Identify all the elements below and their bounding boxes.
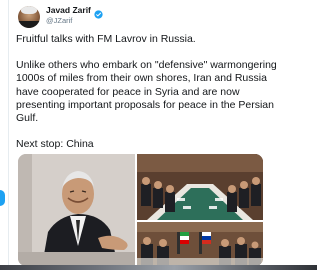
author-display-name[interactable]: Javad Zarif <box>46 5 91 15</box>
verified-badge-icon <box>94 6 103 19</box>
card-border <box>8 0 9 266</box>
tweet-media-grid <box>18 154 263 266</box>
avatar-hair <box>21 6 37 14</box>
author-name-row: Javad Zarif <box>46 5 103 19</box>
tweet-photo-meeting[interactable] <box>137 154 263 220</box>
author-handle[interactable]: @JZarif <box>46 16 72 25</box>
avatar-collar <box>18 21 40 28</box>
tweet-paragraph: Unlike others who embark on "defensive" … <box>16 59 277 125</box>
tweet-card[interactable]: Javad Zarif @JZarif Fruitful talks with … <box>8 0 308 266</box>
tweet-body: Fruitful talks with FM Lavrov in Russia.… <box>16 33 308 151</box>
tweet-paragraph: Next stop: China <box>16 138 94 151</box>
tweet-paragraph: Fruitful talks with FM Lavrov in Russia. <box>16 33 196 45</box>
avatar[interactable] <box>18 6 40 28</box>
tweet-photo-zarif[interactable] <box>18 154 135 266</box>
taskbar-strip <box>0 265 317 270</box>
tweet-photo-delegations[interactable] <box>137 222 263 266</box>
scroll-indicator[interactable] <box>0 190 5 206</box>
